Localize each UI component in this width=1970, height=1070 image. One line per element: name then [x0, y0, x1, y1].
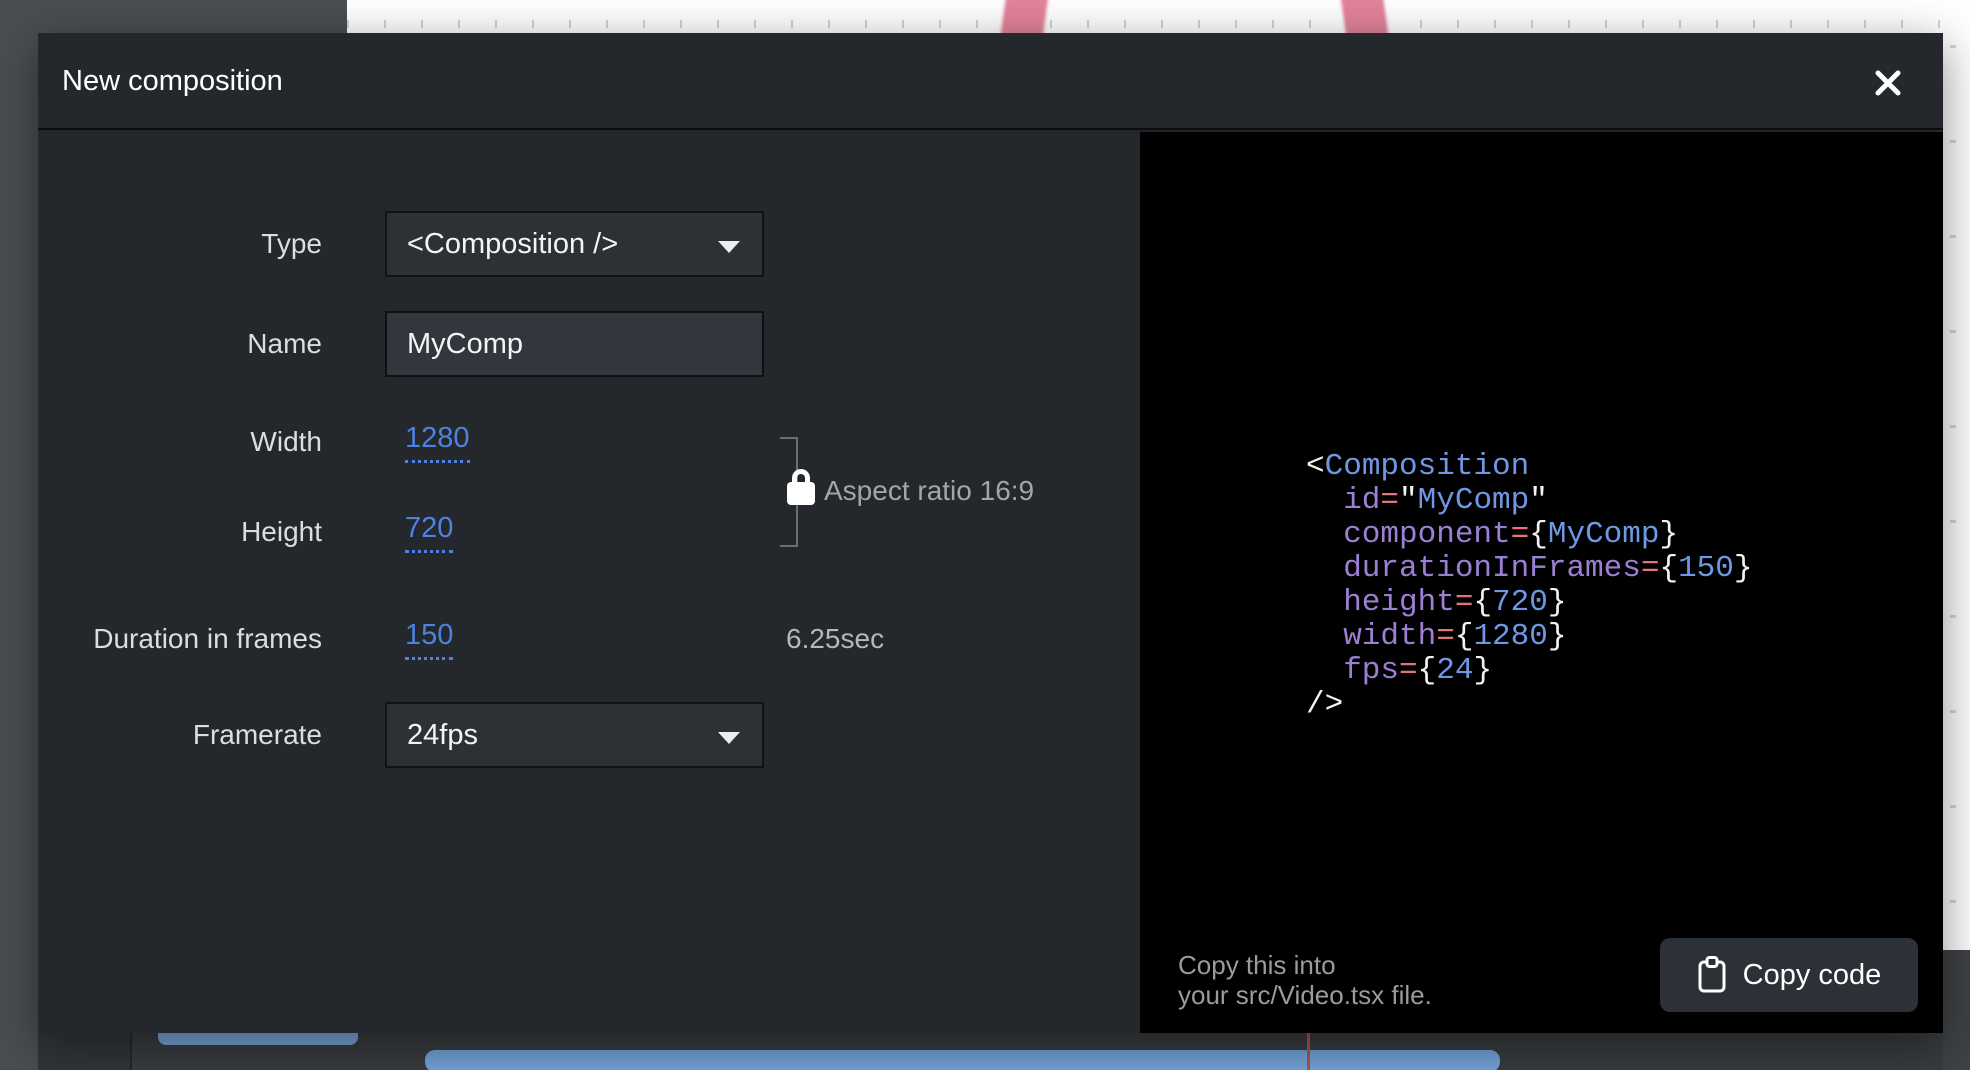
canvas-ruler-ticks	[347, 20, 1970, 28]
background-timeline-left	[38, 1033, 130, 1070]
framerate-label: Framerate	[38, 702, 322, 768]
copy-hint-line1: Copy this into	[1178, 950, 1432, 980]
name-label: Name	[38, 311, 322, 377]
name-input[interactable]	[385, 311, 764, 377]
duration-row: Duration in frames 150	[38, 606, 1140, 672]
framerate-row: Framerate 24fps	[38, 702, 1140, 768]
width-row: Width 1280	[38, 409, 1140, 475]
code-preview-panel: <Composition id="MyComp" component={MyCo…	[1140, 132, 1943, 1033]
clipboard-icon	[1697, 956, 1727, 994]
width-value-link[interactable]: 1280	[405, 422, 470, 463]
canvas-ruler-ticks-vertical	[1950, 45, 1956, 945]
remotion-studio-screen: New composition Type <Composition />	[0, 0, 1970, 1070]
background-timeline-track	[158, 1033, 358, 1045]
background-timeline-divider	[130, 1033, 132, 1070]
framerate-select[interactable]: 24fps	[385, 702, 764, 768]
framerate-select-value: 24fps	[407, 719, 478, 752]
background-sidebar-strip	[0, 0, 38, 1070]
composition-code-snippet: <Composition id="MyComp" component={MyCo…	[1306, 450, 1753, 722]
type-select-value: <Composition />	[407, 228, 618, 261]
background-timeline-clip	[425, 1050, 1500, 1070]
dialog-titlebar: New composition	[38, 33, 1943, 130]
duration-value-link[interactable]: 150	[405, 619, 453, 660]
type-label: Type	[38, 211, 322, 277]
height-label: Height	[38, 499, 322, 565]
chevron-down-icon	[718, 732, 740, 744]
height-value-link[interactable]: 720	[405, 512, 453, 553]
duration-seconds-label: 6.25sec	[786, 622, 884, 656]
chevron-down-icon	[718, 241, 740, 253]
composition-form-panel: Type <Composition /> Name Widt	[38, 132, 1140, 1033]
lock-icon	[787, 469, 815, 507]
timeline-playhead	[1307, 1033, 1310, 1070]
type-select[interactable]: <Composition />	[385, 211, 764, 277]
type-row: Type <Composition />	[38, 211, 1140, 277]
background-timeline-gutter	[1943, 950, 1970, 1070]
dialog-body: Type <Composition /> Name Widt	[38, 132, 1943, 1033]
copy-code-label: Copy code	[1743, 959, 1882, 992]
close-button[interactable]	[1863, 58, 1913, 108]
close-icon	[1872, 67, 1904, 99]
height-row: Height 720	[38, 499, 1140, 565]
width-label: Width	[38, 409, 322, 475]
copy-hint-line2: your src/Video.tsx file.	[1178, 980, 1432, 1010]
copy-code-button[interactable]: Copy code	[1660, 938, 1918, 1012]
aspect-ratio-label: Aspect ratio 16:9	[824, 474, 1034, 508]
duration-label: Duration in frames	[38, 606, 322, 672]
copy-hint-text: Copy this into your src/Video.tsx file.	[1178, 950, 1432, 1010]
name-row: Name	[38, 311, 1140, 377]
new-composition-dialog: New composition Type <Composition />	[38, 33, 1943, 1033]
dialog-title: New composition	[62, 33, 283, 130]
